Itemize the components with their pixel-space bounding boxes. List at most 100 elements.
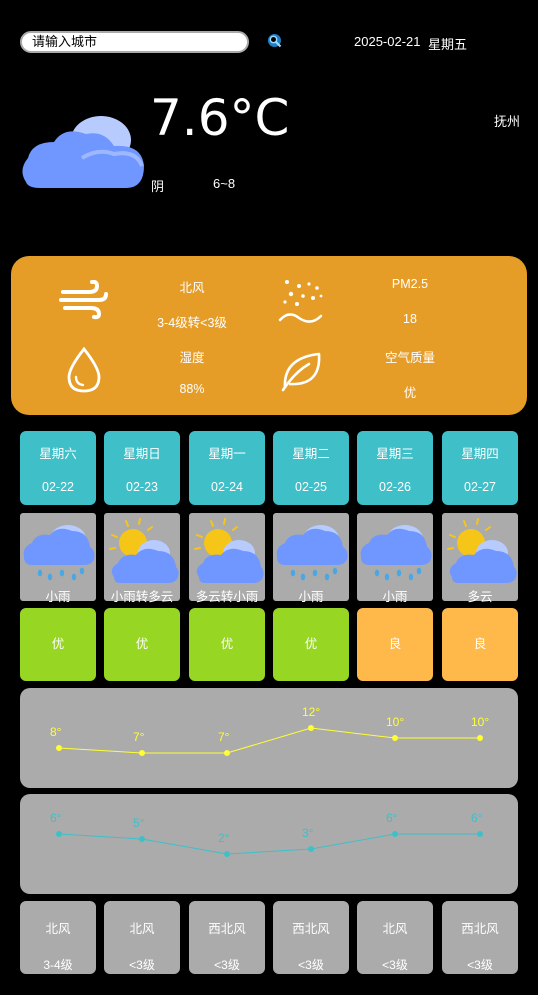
forecast-wind-direction: 西北风 [461, 922, 499, 936]
high-temp-chart: 8° 7° 7° 12° 10° 10° [20, 688, 518, 788]
forecast-date: 02-26 [379, 480, 411, 494]
pm25-icon [278, 280, 323, 323]
forecast-wind-card: 北风 <3级 [104, 901, 180, 974]
pm25-label: PM2.5 [391, 277, 429, 291]
forecast-air-quality: 优 [189, 608, 265, 681]
forecast-day-card: 星期一 02-24 [189, 431, 265, 505]
current-temp-range: 6~8 [213, 176, 236, 191]
forecast-wind-card: 西北风 <3级 [273, 901, 349, 974]
current-weekday: 星期五 [428, 37, 468, 52]
pm25-value: 18 [403, 312, 417, 326]
forecast-air-quality: 良 [442, 608, 518, 681]
data-point [224, 851, 230, 857]
forecast-date: 02-22 [42, 480, 74, 494]
data-label: 5° [133, 816, 145, 830]
city-search-input[interactable]: 请输入城市 [20, 31, 249, 53]
forecast-date: 02-25 [295, 480, 327, 494]
search-icon[interactable] [266, 32, 284, 50]
forecast-air-quality: 良 [357, 608, 433, 681]
forecast-date: 02-27 [464, 480, 496, 494]
leaf-icon [281, 352, 321, 392]
forecast-wind-direction: 西北风 [208, 922, 246, 936]
forecast-weekday: 星期四 [461, 447, 499, 461]
data-label: 10° [471, 715, 489, 729]
data-label: 12° [302, 705, 320, 719]
forecast-day-card: 星期日 02-23 [104, 431, 180, 505]
data-point [477, 735, 483, 741]
wind-icon [59, 280, 108, 320]
data-label: 3° [302, 826, 314, 840]
forecast-weather-card: 多云转小雨 [189, 513, 265, 604]
forecast-wind-level: <3级 [129, 958, 155, 972]
current-temperature: 7.6°C [150, 89, 290, 147]
forecast-wind-level: <3级 [382, 958, 408, 972]
wind-level: 3-4级转<3级 [157, 316, 227, 330]
data-label: 7° [133, 730, 145, 744]
humidity-value: 88% [179, 382, 205, 396]
data-label: 6° [386, 811, 398, 825]
data-point [308, 846, 314, 852]
forecast-weather-card: 小雨 [273, 513, 349, 604]
data-point [56, 831, 62, 837]
forecast-weekday: 星期二 [292, 447, 330, 461]
forecast-weather: 小雨 [382, 590, 408, 604]
forecast-weather: 多云 [467, 590, 493, 604]
forecast-date: 02-24 [211, 480, 243, 494]
forecast-day-card: 星期三 02-26 [357, 431, 433, 505]
forecast-weekday: 星期一 [208, 447, 246, 461]
forecast-wind-direction: 北风 [129, 922, 155, 936]
forecast-wind-card: 北风 <3级 [357, 901, 433, 974]
data-point [308, 725, 314, 731]
current-date: 2025-02-21 [354, 34, 421, 49]
data-point [392, 735, 398, 741]
forecast-weekday: 星期日 [123, 447, 161, 461]
data-point [224, 750, 230, 756]
humidity-label: 湿度 [179, 351, 205, 365]
forecast-weekday: 星期三 [376, 447, 414, 461]
forecast-day-card: 星期六 02-22 [20, 431, 96, 505]
forecast-wind-level: 3-4级 [43, 958, 73, 972]
city-name: 抚州 [494, 114, 521, 129]
data-label: 6° [50, 811, 62, 825]
forecast-wind-card: 西北风 <3级 [189, 901, 265, 974]
current-condition: 阴 [151, 179, 165, 194]
forecast-weather-card: 小雨 [20, 513, 96, 604]
aqi-value: 优 [403, 386, 417, 400]
forecast-weather-card: 小雨转多云 [104, 513, 180, 604]
forecast-air-quality: 优 [104, 608, 180, 681]
data-point [392, 831, 398, 837]
forecast-wind-level: <3级 [467, 958, 493, 972]
data-point [477, 831, 483, 837]
forecast-day-card: 星期二 02-25 [273, 431, 349, 505]
forecast-weather-card: 多云 [442, 513, 518, 604]
data-point [139, 836, 145, 842]
forecast-wind-direction: 北风 [45, 922, 71, 936]
data-label: 8° [50, 725, 62, 739]
data-label: 6° [471, 811, 483, 825]
data-label: 10° [386, 715, 404, 729]
humidity-icon [67, 346, 101, 393]
forecast-wind-level: <3级 [298, 958, 324, 972]
data-point [139, 750, 145, 756]
forecast-wind-card: 西北风 <3级 [442, 901, 518, 974]
forecast-date: 02-23 [126, 480, 158, 494]
forecast-weather: 小雨转多云 [110, 590, 174, 604]
forecast-weather-card: 小雨 [357, 513, 433, 604]
forecast-weather: 小雨 [298, 590, 324, 604]
data-point [56, 745, 62, 751]
forecast-weather: 小雨 [45, 590, 71, 604]
wind-direction: 北风 [179, 281, 205, 295]
aqi-label: 空气质量 [384, 351, 435, 365]
series-line [58, 833, 480, 855]
forecast-air-quality: 优 [273, 608, 349, 681]
detail-panel: 北风 3-4级转<3级 PM2.5 18 湿度 88% 空气质量 优 [11, 256, 527, 415]
cloud-icon [22, 116, 145, 188]
forecast-day-card: 星期四 02-27 [442, 431, 518, 505]
forecast-wind-direction: 西北风 [292, 922, 330, 936]
series-line [58, 727, 480, 754]
forecast-air-quality: 优 [20, 608, 96, 681]
low-temp-chart: 6° 5° 2° 3° 6° 6° [20, 794, 518, 894]
forecast-wind-level: <3级 [214, 958, 240, 972]
forecast-weekday: 星期六 [39, 447, 77, 461]
forecast-wind-card: 北风 3-4级 [20, 901, 96, 974]
